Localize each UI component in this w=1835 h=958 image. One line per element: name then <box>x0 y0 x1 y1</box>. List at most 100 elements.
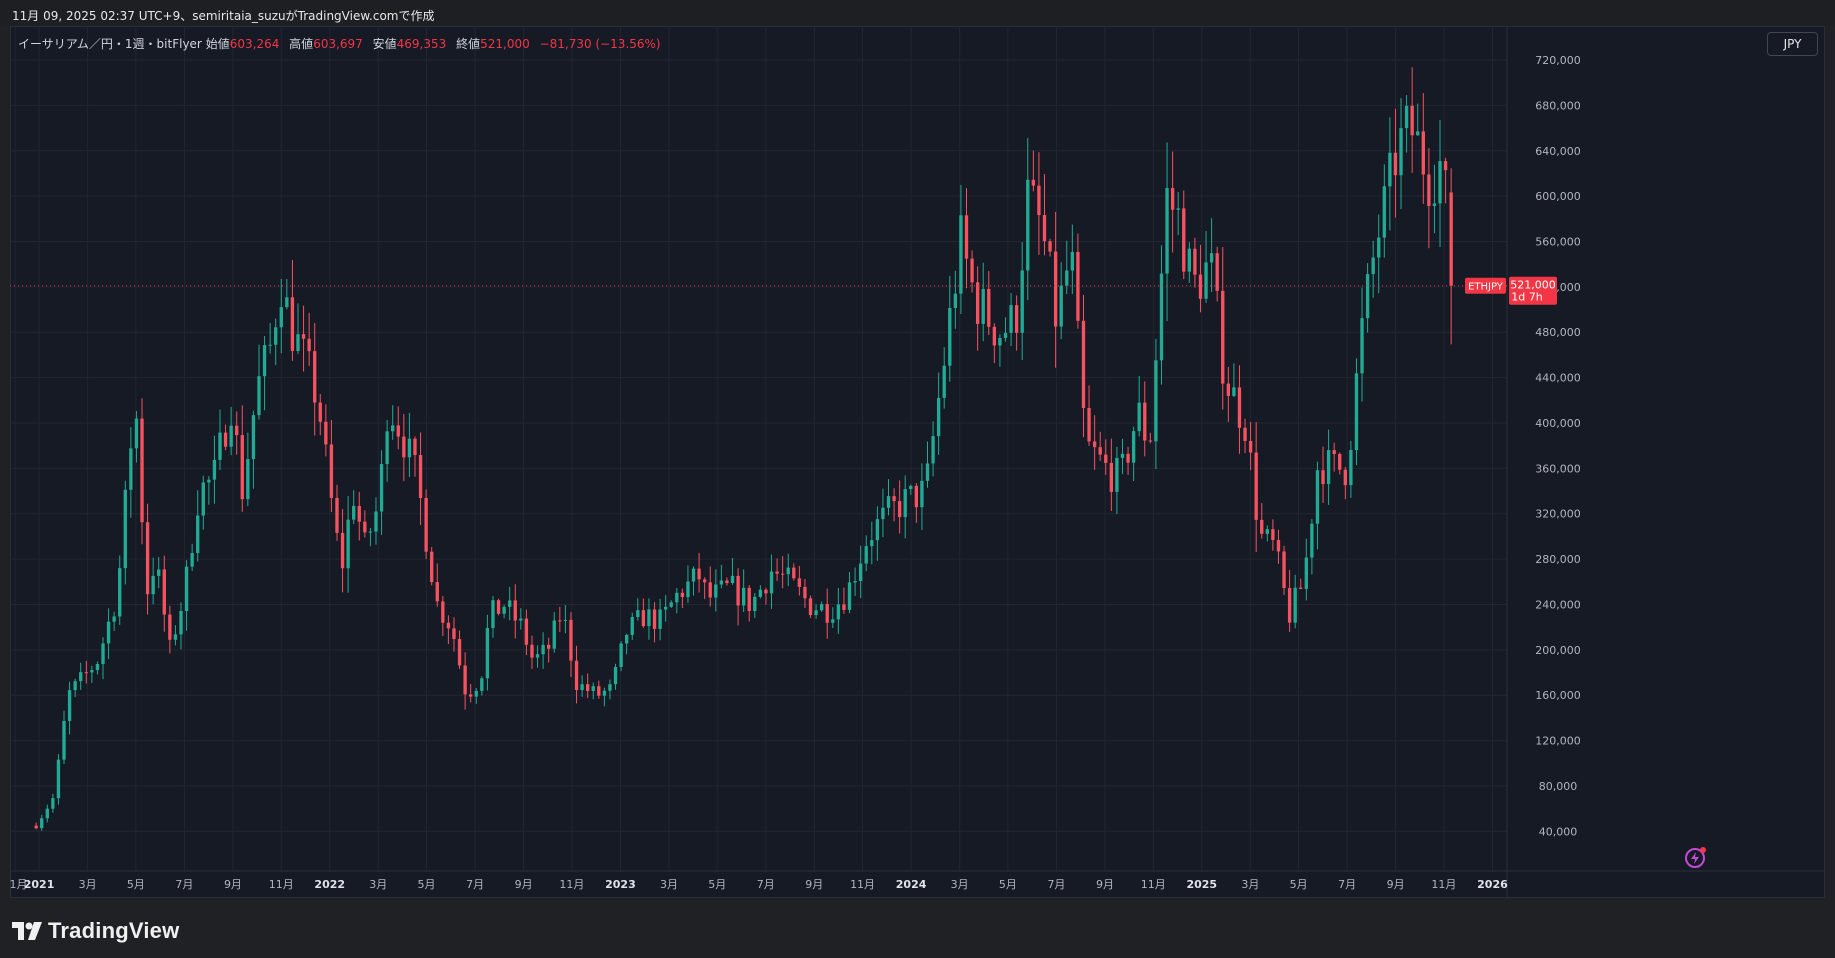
y-tick-label: 560,000 <box>1535 236 1581 249</box>
candle-body <box>1059 285 1063 327</box>
candle-body <box>90 670 94 673</box>
candle-body <box>1310 523 1314 558</box>
candle-body <box>407 438 412 458</box>
candle-body <box>1421 131 1425 175</box>
candle-body <box>663 606 668 610</box>
candle-body <box>1399 128 1403 176</box>
candle-body <box>797 578 802 587</box>
lightning-alert-icon[interactable] <box>1685 847 1706 868</box>
candle-body <box>1410 105 1414 136</box>
candle-body <box>129 448 133 490</box>
candle-body <box>591 686 595 691</box>
x-tick-label: 2026 <box>1477 878 1508 891</box>
candle-body <box>608 684 612 691</box>
candle-body <box>446 622 451 629</box>
candle-body <box>491 600 495 629</box>
candle-body <box>853 581 857 583</box>
candle-body <box>67 690 72 721</box>
candle-body <box>708 582 712 598</box>
candle-body <box>1365 274 1370 319</box>
candle-body <box>1070 252 1075 271</box>
candle-body <box>1404 105 1409 129</box>
candle-body <box>981 288 985 324</box>
x-tick-label: 7月 <box>466 878 484 891</box>
candle-body <box>1432 203 1437 206</box>
last-price-layer: ETHJPY 521,0001d 7h <box>10 276 1557 305</box>
candle-body <box>1120 453 1125 458</box>
candle-body <box>1198 274 1203 299</box>
y-tick-label: 720,000 <box>1535 54 1581 67</box>
candle-body <box>563 619 568 621</box>
candle-body <box>641 610 646 627</box>
candle-body <box>413 438 417 456</box>
candle-body <box>112 616 116 622</box>
x-tick-label: 9月 <box>805 878 823 891</box>
candle-body <box>1237 387 1242 428</box>
y-tick-label: 400,000 <box>1535 417 1581 430</box>
candle-body <box>775 571 779 574</box>
candle-body <box>847 582 852 610</box>
caption-text: 11月 09, 2025 02:37 UTC+9、semiritaia_suzu… <box>12 9 435 23</box>
candle-body <box>1003 332 1008 338</box>
symbol-tag-text: ETHJPY <box>1468 282 1504 293</box>
candle-body <box>547 644 551 649</box>
brand-logo[interactable]: TradingView <box>12 918 179 944</box>
candle-body <box>1254 452 1258 520</box>
x-tick-label: 11月 <box>1141 878 1166 891</box>
candle-body <box>1081 320 1086 408</box>
candle-body <box>1031 179 1036 186</box>
candle-body <box>374 511 378 532</box>
candle-body <box>1265 529 1269 534</box>
legend-low-label: 安値 <box>372 37 397 51</box>
candle-body <box>1014 305 1019 333</box>
candle-body <box>864 546 868 564</box>
candle-body <box>1048 241 1052 252</box>
candle-body <box>1354 373 1359 451</box>
y-tick-label: 40,000 <box>1539 825 1578 838</box>
candle-body <box>814 610 818 616</box>
candle-body <box>1215 253 1219 291</box>
candle-body <box>792 567 796 579</box>
candle-body <box>190 553 194 567</box>
candle-body <box>162 569 166 615</box>
candle-body <box>235 425 239 436</box>
candle-body <box>274 327 278 345</box>
grid-layer <box>10 26 1507 871</box>
candle-body <box>686 581 690 598</box>
y-tick-label: 320,000 <box>1535 508 1581 521</box>
candle-body <box>324 421 328 445</box>
candle-body <box>1187 248 1192 272</box>
candle-body <box>246 459 250 500</box>
candle-body <box>346 519 350 569</box>
candle-body <box>942 365 946 398</box>
candle-body <box>730 575 735 584</box>
candle-body <box>179 610 183 635</box>
x-tick-label: 2024 <box>896 878 927 891</box>
y-tick-label: 480,000 <box>1535 326 1581 339</box>
candle-body <box>318 402 322 422</box>
legend-open-label: 始値 <box>205 37 230 51</box>
candle-body <box>897 501 902 518</box>
y-tick-label: 680,000 <box>1535 99 1581 112</box>
price-chart[interactable]: 40,000 80,000 120,000 160,000 200,000 240,000… <box>10 26 1825 898</box>
top-caption-bar: 11月 09, 2025 02:37 UTC+9、semiritaia_suzu… <box>0 0 1835 26</box>
candle-body <box>1148 440 1153 442</box>
candle-body <box>218 432 222 460</box>
candle-body <box>903 489 907 518</box>
candle-body <box>764 589 768 594</box>
candle-body <box>875 519 880 541</box>
alert-dot <box>1700 847 1706 853</box>
candle-body <box>279 307 283 328</box>
candle-body <box>780 573 785 575</box>
currency-button[interactable]: JPY <box>1767 32 1818 56</box>
candle-body <box>697 568 701 580</box>
candle-body <box>886 496 891 508</box>
candle-body <box>313 351 317 403</box>
candle-body <box>580 684 584 691</box>
time-axis: 11月 2021 3月 5月 7月 9月 11月 2022 3月 5月 7月 9月 11月 2023 3月 5… <box>10 870 1825 891</box>
candle-body <box>1388 152 1392 187</box>
candle-body <box>819 604 824 611</box>
candle-body <box>95 664 100 671</box>
candle-body <box>1332 450 1336 454</box>
candle-body <box>1065 270 1069 286</box>
